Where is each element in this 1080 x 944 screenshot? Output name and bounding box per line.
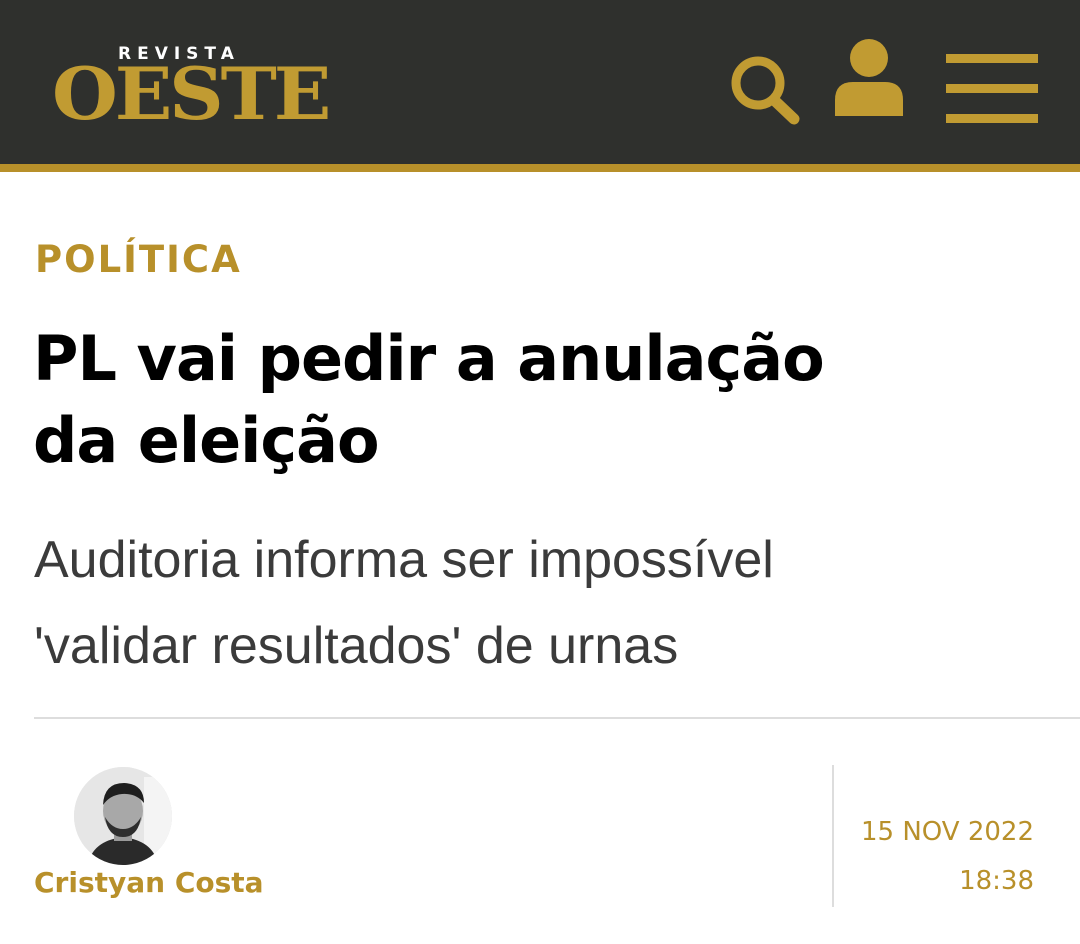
user-icon	[835, 39, 903, 116]
publish-date: 15 NOV 2022	[860, 817, 1034, 847]
divider	[34, 717, 1080, 719]
site-logo[interactable]: REVISTA OESTE	[52, 44, 331, 136]
author-avatar[interactable]	[74, 767, 172, 865]
subtitle-line-2: 'validar resultados' de urnas	[34, 617, 679, 675]
article-subtitle: Auditoria informa ser impossível 'valida…	[34, 517, 1064, 689]
headline-line-2: da eleição	[33, 404, 380, 477]
category-label[interactable]: POLÍTICA	[35, 238, 242, 281]
search-button[interactable]	[728, 55, 802, 125]
byline-separator	[832, 765, 834, 907]
search-icon	[731, 56, 800, 125]
account-button[interactable]	[832, 38, 906, 116]
publish-time: 18:38	[959, 866, 1034, 896]
site-header: REVISTA OESTE	[0, 0, 1080, 172]
article-headline: PL vai pedir a anulação da eleição	[33, 318, 1053, 482]
headline-line-1: PL vai pedir a anulação	[33, 322, 825, 395]
subtitle-line-1: Auditoria informa ser impossível	[34, 531, 774, 589]
author-name[interactable]: Cristyan Costa	[34, 866, 264, 899]
logo-oeste-text: OESTE	[52, 51, 331, 136]
hamburger-menu-icon	[946, 54, 1038, 123]
menu-button[interactable]	[946, 54, 1038, 124]
author-photo	[74, 767, 172, 865]
